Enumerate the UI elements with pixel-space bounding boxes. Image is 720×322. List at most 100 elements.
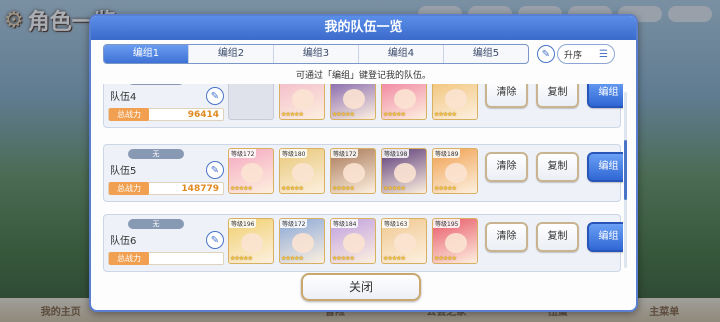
copy-button[interactable]: 复制 — [536, 222, 579, 252]
dialog-title: 我的队伍一览 — [91, 16, 636, 40]
member-level: 等级196 — [229, 219, 257, 228]
member-portrait[interactable]: 等级172 ★★★★★ — [279, 218, 325, 264]
team-power: 总战力 96414 — [108, 108, 224, 121]
character-face-icon — [343, 233, 365, 253]
character-face-icon — [445, 89, 467, 109]
member-portrait[interactable]: 等级163 ★★★★★ — [381, 218, 427, 264]
clear-button[interactable]: 清除 — [485, 222, 528, 252]
close-button[interactable]: 关闭 — [301, 273, 421, 301]
star-rating-icon: ★★★★★ — [434, 255, 457, 262]
member-level: 等级195 — [433, 219, 461, 228]
team-info: 无队伍5 ✎ 总战力 148779 — [108, 149, 224, 199]
character-face-icon — [292, 233, 314, 253]
member-portrait[interactable]: 等级195★★★★★ — [432, 84, 478, 120]
character-face-icon — [241, 163, 263, 183]
team-row: 无队伍6 ✎ 总战力 等级196 ★★★★★ 等级172 ★★★★★ 等级184 ★★★★★ 等级… — [103, 214, 623, 272]
clear-button[interactable]: 清除 — [485, 152, 528, 182]
member-portrait[interactable]: 等级171★★★★★ — [381, 84, 427, 120]
member-portrait[interactable]: 等级198 ★★★★★ — [381, 148, 427, 194]
team-info: 队伍4 ✎ 总战力 96414 — [108, 84, 224, 125]
group-tabs: 编组1 编组2 编组3 编组4 编组5 — [103, 44, 529, 64]
pencil-icon: ✎ — [210, 90, 220, 102]
member-portrait[interactable]: 等级195★★★★★ — [279, 84, 325, 120]
tab-group-1[interactable]: 编组1 — [104, 45, 189, 63]
tab-group-5[interactable]: 编组5 — [444, 45, 528, 63]
team-power: 总战力 148779 — [108, 182, 224, 195]
sort-label: 升序 — [564, 50, 583, 61]
star-rating-icon: ★★★★★ — [281, 255, 304, 262]
tab-group-3[interactable]: 编组3 — [274, 45, 359, 63]
copy-button[interactable]: 复制 — [536, 152, 579, 182]
star-rating-icon: ★★★★★ — [434, 185, 457, 192]
member-portrait[interactable]: 等级180 ★★★★★ — [279, 148, 325, 194]
tab-group-2[interactable]: 编组2 — [189, 45, 274, 63]
character-face-icon — [394, 89, 416, 109]
rename-tab-button[interactable]: ✎ — [537, 45, 555, 63]
star-rating-icon: ★★★★★ — [383, 111, 406, 118]
team-power: 总战力 — [108, 252, 224, 265]
rename-team-button[interactable]: ✎ — [206, 231, 224, 249]
copy-button[interactable]: 复制 — [536, 84, 579, 108]
pencil-icon: ✎ — [210, 164, 220, 176]
edit-team-button[interactable]: 编组 — [587, 84, 623, 108]
edit-team-button[interactable]: 编组 — [587, 222, 623, 252]
member-portrait[interactable]: 等级184 ★★★★★ — [330, 218, 376, 264]
list-scrollbar[interactable] — [624, 92, 627, 268]
member-portrait[interactable]: 等级196 ★★★★★ — [228, 218, 274, 264]
power-label: 总战力 — [109, 108, 149, 121]
member-level: 等级172 — [280, 219, 308, 228]
star-rating-icon: ★★★★★ — [332, 255, 355, 262]
edit-team-button[interactable]: 编组 — [587, 152, 623, 182]
rename-team-button[interactable]: ✎ — [206, 161, 224, 179]
member-level: 等级172 — [229, 149, 257, 158]
team-row: 无队伍5 ✎ 总战力 148779 等级172 ★★★★★ 等级180 ★★★★★ 等级172 ★… — [103, 144, 623, 202]
power-value: 96414 — [187, 110, 219, 120]
rename-team-button[interactable]: ✎ — [206, 87, 224, 105]
sort-lines-icon: ☰ — [599, 48, 608, 60]
member-slots: 等级195★★★★★等级196★★★★★等级171★★★★★等级195★★★★★ — [228, 84, 478, 120]
empty-member-slot[interactable] — [228, 84, 274, 120]
star-rating-icon: ★★★★★ — [230, 255, 253, 262]
power-value: 148779 — [181, 184, 219, 194]
pencil-icon: ✎ — [210, 234, 220, 246]
member-level: 等级180 — [280, 149, 308, 158]
team-row: 队伍4✎总战力96414等级195★★★★★等级196★★★★★等级171★★★… — [103, 84, 623, 128]
member-portrait[interactable]: 等级196★★★★★ — [330, 84, 376, 120]
member-level: 等级189 — [433, 149, 461, 158]
tabs-row: 编组1 编组2 编组3 编组4 编组5 ✎ — [103, 44, 555, 64]
character-face-icon — [394, 233, 416, 253]
scroll-thumb[interactable] — [624, 140, 627, 200]
star-rating-icon: ★★★★★ — [332, 111, 355, 118]
member-level: 等级172 — [331, 149, 359, 158]
character-face-icon — [241, 233, 263, 253]
character-face-icon — [343, 163, 365, 183]
member-level: 等级163 — [382, 219, 410, 228]
team-tag: 无 — [128, 149, 184, 159]
team-list-dialog: 我的队伍一览 编组1 编组2 编组3 编组4 编组5 ✎ 升序 ☰ 可通过「编组… — [89, 14, 638, 312]
pencil-icon: ✎ — [541, 48, 551, 60]
team-name: 队伍6 — [110, 236, 137, 247]
star-rating-icon: ★★★★★ — [281, 111, 304, 118]
character-face-icon — [445, 163, 467, 183]
star-rating-icon: ★★★★★ — [383, 255, 406, 262]
clear-button[interactable]: 清除 — [485, 84, 528, 108]
star-rating-icon: ★★★★★ — [230, 185, 253, 192]
member-portrait[interactable]: 等级172 ★★★★★ — [330, 148, 376, 194]
character-face-icon — [394, 163, 416, 183]
hint-text: 可通过「编组」键登记我的队伍。 — [295, 71, 431, 81]
member-portrait[interactable]: 等级172 ★★★★★ — [228, 148, 274, 194]
tab-group-4[interactable]: 编组4 — [359, 45, 444, 63]
team-actions: 清除 复制 编组 — [485, 152, 623, 182]
team-name: 队伍5 — [110, 166, 137, 177]
member-portrait[interactable]: 等级195 ★★★★★ — [432, 218, 478, 264]
team-list: 队伍4✎总战力96414等级195★★★★★等级196★★★★★等级171★★★… — [103, 84, 623, 274]
power-label: 总战力 — [109, 252, 149, 265]
sort-button[interactable]: 升序 ☰ — [557, 44, 615, 64]
member-portrait[interactable]: 等级189 ★★★★★ — [432, 148, 478, 194]
star-rating-icon: ★★★★★ — [332, 185, 355, 192]
star-rating-icon: ★★★★★ — [281, 185, 304, 192]
team-actions: 清除 复制 编组 — [485, 222, 623, 252]
power-label: 总战力 — [109, 182, 149, 195]
team-info: 无队伍6 ✎ 总战力 — [108, 219, 224, 269]
team-name: 队伍4 — [110, 92, 137, 103]
